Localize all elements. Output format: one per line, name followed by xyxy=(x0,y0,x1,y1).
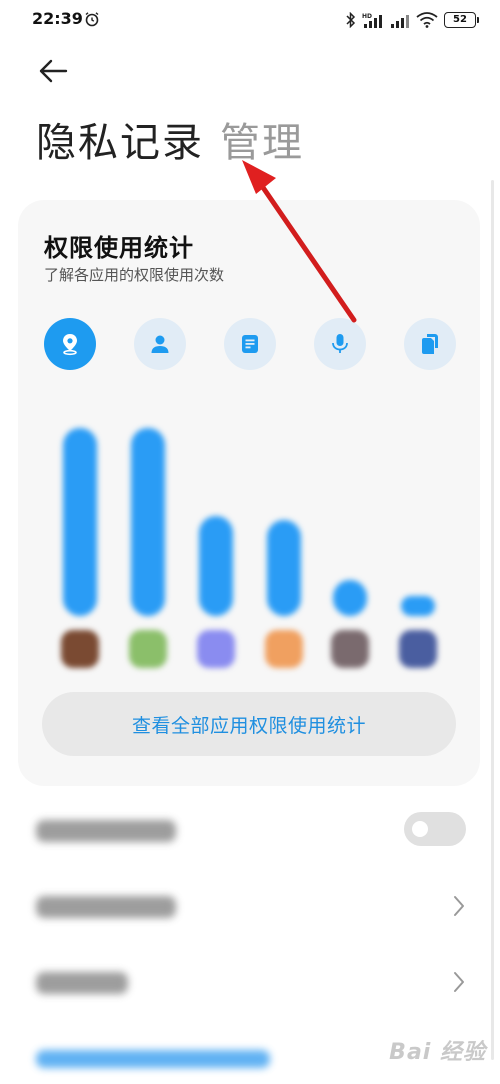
tab-clipboard[interactable] xyxy=(404,318,456,370)
usage-bar xyxy=(63,428,97,616)
setting-row[interactable] xyxy=(36,886,466,926)
contacts-icon xyxy=(151,335,169,353)
arrow-left-icon xyxy=(39,59,68,83)
blurred-label xyxy=(36,896,176,918)
blurred-link xyxy=(36,1050,270,1068)
scrollbar[interactable] xyxy=(491,180,494,1060)
app-icon xyxy=(265,630,303,668)
svg-text:HD: HD xyxy=(362,13,372,20)
usage-bar xyxy=(333,580,367,616)
card-subtitle: 了解各应用的权限使用次数 xyxy=(44,266,225,284)
blurred-label xyxy=(36,820,176,842)
view-all-apps-button[interactable]: 查看全部应用权限使用统计 xyxy=(42,692,456,756)
location-icon xyxy=(63,334,77,356)
permission-tabs xyxy=(44,318,456,370)
tab-location[interactable] xyxy=(44,318,96,370)
chevron-right-icon xyxy=(454,896,464,916)
app-icon xyxy=(197,630,235,668)
status-icons: HD 52 xyxy=(346,9,479,31)
microphone-icon xyxy=(332,334,348,353)
app-icon xyxy=(399,630,437,668)
back-button[interactable] xyxy=(36,56,72,86)
blurred-label xyxy=(36,972,128,994)
tab-sms[interactable] xyxy=(224,318,276,370)
usage-bar xyxy=(401,596,435,616)
usage-bar xyxy=(199,516,233,616)
toggle-switch[interactable] xyxy=(404,812,466,846)
setting-row-toggle[interactable] xyxy=(36,810,466,850)
setting-row[interactable] xyxy=(36,962,466,1002)
app-icon xyxy=(61,630,99,668)
status-time: 22:39 xyxy=(32,9,83,28)
tab-microphone[interactable] xyxy=(314,318,366,370)
signal-icon xyxy=(391,15,409,28)
app-icon xyxy=(331,630,369,668)
card-title: 权限使用统计 xyxy=(44,234,194,262)
bluetooth-icon xyxy=(346,12,356,28)
hd-signal-icon: HD xyxy=(362,13,382,28)
watermark: Bai 经验 xyxy=(389,1040,486,1065)
battery-icon: 52 xyxy=(444,12,479,28)
status-bar: 22:39 HD 52 xyxy=(0,0,500,42)
usage-bar xyxy=(131,428,165,616)
tab-contacts[interactable] xyxy=(134,318,186,370)
alarm-icon xyxy=(85,12,99,27)
manage-tab[interactable]: 管理 xyxy=(220,110,304,168)
usage-chart xyxy=(18,400,480,680)
usage-bar xyxy=(267,520,301,616)
page-title: 隐私记录 xyxy=(36,120,204,166)
chevron-right-icon xyxy=(454,972,464,992)
app-icon xyxy=(129,630,167,668)
permission-stats-card: 权限使用统计 了解各应用的权限使用次数 查看全部应用权限使用统计 xyxy=(18,200,480,786)
wifi-icon xyxy=(416,12,438,28)
sms-icon xyxy=(242,335,258,353)
clipboard-icon xyxy=(422,334,438,354)
